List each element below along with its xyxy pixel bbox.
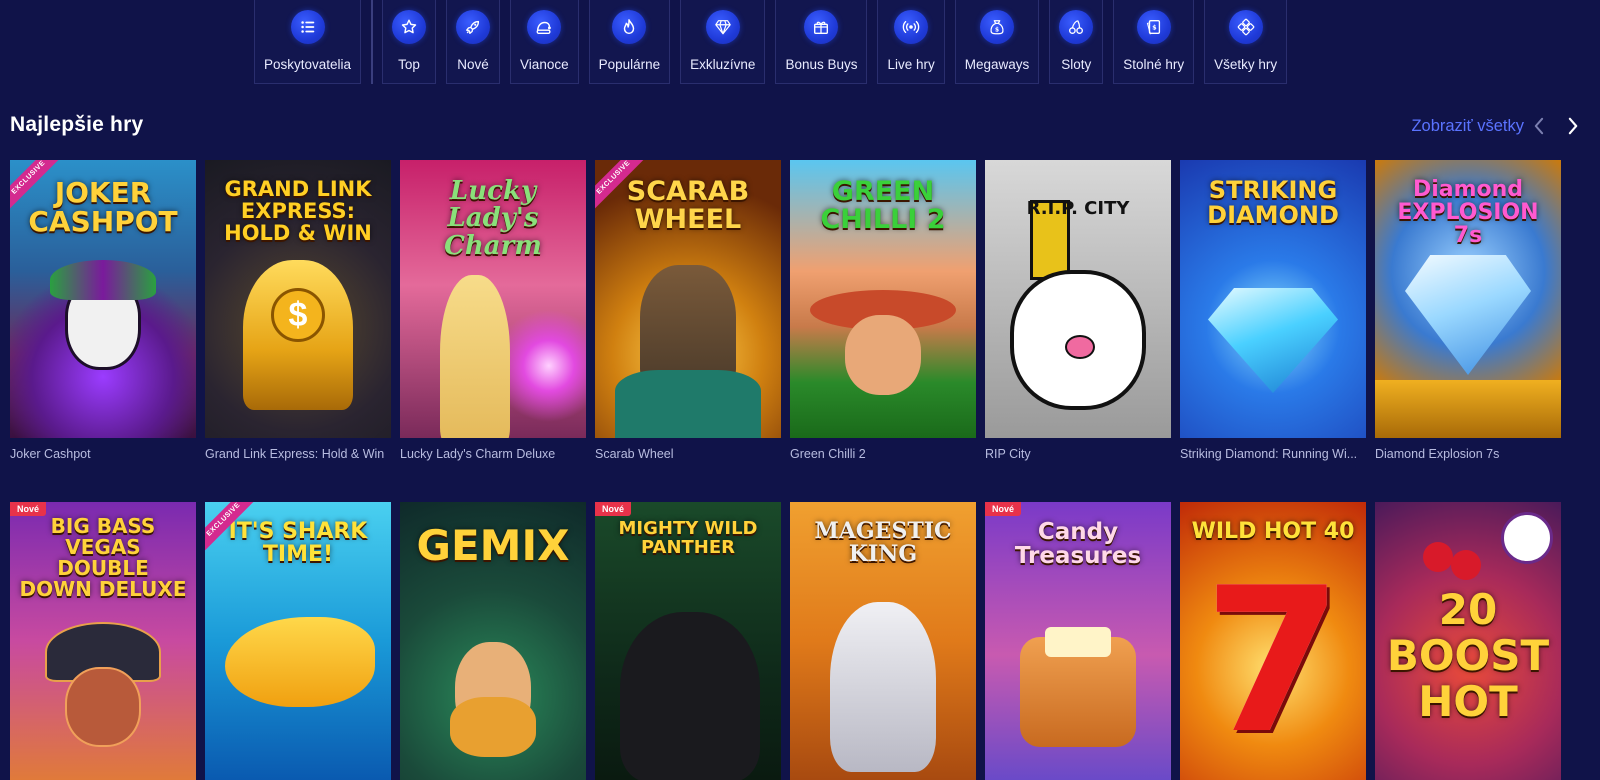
category-live-games[interactable]: Live hry bbox=[877, 0, 945, 84]
game-tile-lucky-ladys-charm[interactable]: Lucky Lady's Charm bbox=[400, 160, 586, 438]
game-caption: Grand Link Express: Hold & Win bbox=[205, 447, 385, 461]
game-tile-candy-treasures[interactable]: Candy Treasures Nové bbox=[985, 502, 1171, 780]
diamond-icon bbox=[705, 10, 740, 44]
game-art-title: MAGESTIC KING bbox=[814, 518, 952, 568]
game-caption: Scarab Wheel bbox=[595, 447, 674, 461]
category-christmas[interactable]: Vianoce bbox=[510, 0, 579, 84]
game-art-title: Candy Treasures bbox=[1014, 519, 1142, 570]
category-label: Top bbox=[398, 57, 420, 72]
game-tile-green-chilli-2[interactable]: GREEN CHILLI 2 bbox=[790, 160, 976, 438]
game-art-title: GRAND LINK EXPRESS: HOLD & WIN bbox=[224, 177, 372, 246]
game-art-title: GEMIX bbox=[416, 521, 570, 570]
game-art-title: R.I.P. CITY bbox=[1026, 198, 1130, 219]
game-tile-mighty-wild-panther[interactable]: MIGHTY WILD PANTHER Nové bbox=[595, 502, 781, 780]
game-tile-joker-cashpot[interactable]: JOKER CASHPOT EXCLUSIVE bbox=[10, 160, 196, 438]
category-megaways[interactable]: $ Megaways bbox=[954, 0, 1040, 84]
category-label: Sloty bbox=[1061, 57, 1092, 72]
category-all-games[interactable]: Všetky hry bbox=[1204, 0, 1288, 84]
game-art-title: 20 BOOST HOT bbox=[1386, 585, 1550, 727]
category-label: Populárne bbox=[598, 57, 661, 72]
category-providers[interactable]: Poskytovatelia bbox=[254, 0, 362, 84]
game-art-title: SCARAB WHEEL bbox=[626, 176, 750, 236]
game-tile-its-shark-time[interactable]: IT'S SHARK TIME! EXCLUSIVE bbox=[205, 502, 391, 780]
carousel-prev-button[interactable] bbox=[1527, 114, 1549, 138]
category-label: Vianoce bbox=[520, 57, 569, 72]
game-tile-big-bass-vegas[interactable]: BIG BASS VEGAS DOUBLE DOWN DELUXE Nové bbox=[10, 502, 196, 780]
game-caption: RIP City bbox=[985, 447, 1031, 461]
game-tile-diamond-explosion-7s[interactable]: Diamond EXPLOSION 7s bbox=[1375, 160, 1561, 438]
new-badge: Nové bbox=[10, 502, 47, 516]
category-label: Všetky hry bbox=[1214, 57, 1278, 72]
game-art-title: BIG BASS VEGAS DOUBLE DOWN DELUXE bbox=[19, 514, 187, 601]
gift-icon bbox=[804, 10, 839, 44]
game-art-title: JOKER CASHPOT bbox=[28, 176, 178, 239]
category-bonus-buys[interactable]: Bonus Buys bbox=[775, 0, 868, 84]
santa-hat-icon bbox=[527, 10, 562, 44]
game-art-title: WILD HOT 40 bbox=[1191, 519, 1355, 544]
category-label: Nové bbox=[457, 57, 489, 72]
flame-icon bbox=[612, 10, 647, 44]
money-bag-icon: $ bbox=[980, 10, 1015, 44]
cherries-icon bbox=[1059, 10, 1094, 44]
game-art-title: GREEN CHILLI 2 bbox=[820, 176, 946, 236]
rocket-icon bbox=[456, 10, 491, 44]
category-popular[interactable]: Populárne bbox=[588, 0, 671, 84]
chevron-left-icon bbox=[1534, 117, 1543, 135]
category-divider bbox=[371, 0, 374, 84]
category-table-games[interactable]: $ Stolné hry bbox=[1113, 0, 1195, 84]
game-tile-magestic-king[interactable]: MAGESTIC KING bbox=[790, 502, 976, 780]
game-tile-grand-link-express[interactable]: $ GRAND LINK EXPRESS: HOLD & WIN bbox=[205, 160, 391, 438]
game-tile-gemix[interactable]: GEMIX bbox=[400, 502, 586, 780]
grid-icon bbox=[1228, 10, 1263, 44]
new-badge: Nové bbox=[595, 502, 632, 516]
game-caption: Green Chilli 2 bbox=[790, 447, 866, 461]
category-new[interactable]: Nové bbox=[446, 0, 501, 84]
game-art-title: STRIKING DIAMOND bbox=[1207, 176, 1339, 230]
carousel-next-button[interactable] bbox=[1562, 114, 1584, 138]
game-tile-striking-diamond[interactable]: STRIKING DIAMOND bbox=[1180, 160, 1366, 438]
category-nav: Poskytovatelia Top Nové Vianoce Populárn… bbox=[254, 0, 1297, 86]
broadcast-icon bbox=[894, 10, 929, 44]
game-art-title: Lucky Lady's Charm bbox=[444, 176, 542, 261]
game-art-title: Diamond EXPLOSION 7s bbox=[1397, 177, 1539, 249]
game-tile-20-boost-hot[interactable]: 20 BOOST HOT bbox=[1375, 502, 1561, 780]
svg-text:$: $ bbox=[1152, 24, 1156, 31]
star-icon bbox=[392, 10, 427, 44]
chevron-right-icon bbox=[1568, 117, 1577, 135]
game-tile-scarab-wheel[interactable]: SCARAB WHEEL EXCLUSIVE bbox=[595, 160, 781, 438]
view-all-link[interactable]: Zobraziť všetky bbox=[1411, 117, 1524, 136]
svg-text:$: $ bbox=[995, 28, 999, 34]
category-label: Stolné hry bbox=[1123, 57, 1185, 72]
new-badge: Nové bbox=[985, 502, 1022, 516]
game-tile-wild-hot-40[interactable]: 7 WILD HOT 40 bbox=[1180, 502, 1366, 780]
game-caption: Joker Cashpot bbox=[10, 447, 91, 461]
category-top[interactable]: Top bbox=[382, 0, 437, 84]
game-art-title: IT'S SHARK TIME! bbox=[228, 519, 368, 568]
category-slots[interactable]: Sloty bbox=[1049, 0, 1104, 84]
game-caption: Lucky Lady's Charm Deluxe bbox=[400, 447, 556, 461]
section-title: Najlepšie hry bbox=[10, 113, 144, 136]
category-exclusive[interactable]: Exkluzívne bbox=[680, 0, 766, 84]
category-label: Live hry bbox=[887, 57, 935, 72]
category-label: Megaways bbox=[964, 57, 1030, 72]
category-label: Bonus Buys bbox=[785, 57, 858, 72]
playing-cards-icon: $ bbox=[1136, 10, 1171, 44]
game-caption: Diamond Explosion 7s bbox=[1375, 447, 1500, 461]
category-label: Exkluzívne bbox=[690, 57, 756, 72]
game-tile-rip-city[interactable]: R.I.P. CITY bbox=[985, 160, 1171, 438]
game-caption: Striking Diamond: Running Wi... bbox=[1180, 447, 1358, 461]
category-label: Poskytovatelia bbox=[264, 57, 352, 72]
game-art-title: MIGHTY WILD PANTHER bbox=[618, 518, 758, 558]
list-icon bbox=[290, 10, 325, 44]
